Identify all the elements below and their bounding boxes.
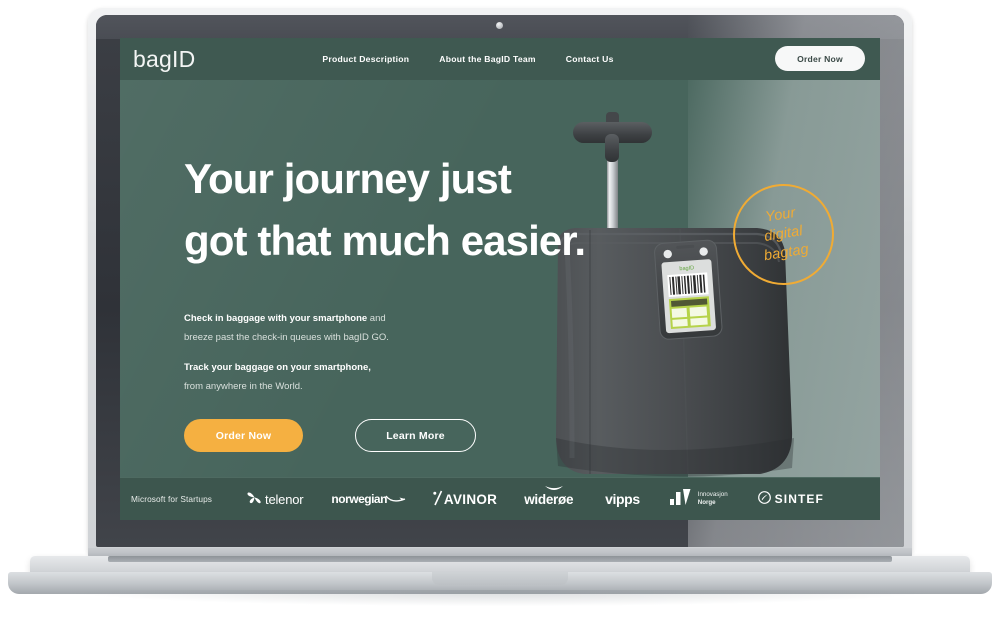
partner-logo-telenor[interactable]: telenor <box>246 489 304 509</box>
partner-logo-avinor[interactable]: AVINOR <box>433 490 497 509</box>
main-nav: Product Description About the BagID Team… <box>322 54 613 64</box>
scene: bagID bagID Product Description About th… <box>0 0 1000 634</box>
laptop-drop-shadow <box>70 590 930 606</box>
webcam-icon <box>496 22 503 29</box>
nav-item-about-team[interactable]: About the BagID Team <box>439 54 536 64</box>
paragraph-2-line-1: Track your baggage on your smartphone, <box>184 359 444 378</box>
paragraph-1-line-1: Check in baggage with your smartphone an… <box>184 310 444 329</box>
innovasjon-line-2: Norge <box>697 499 716 506</box>
avinor-wordmark: AVINOR <box>443 491 498 507</box>
innovasjon-line-1: Innovasjon <box>697 491 728 499</box>
paragraph-1-line-2: breeze past the check-in queues with bag… <box>184 331 389 343</box>
svg-text:bagID: bagID <box>679 265 694 272</box>
header-order-now-button[interactable]: Order Now <box>775 46 865 71</box>
partner-logo-innovasjon-norge[interactable]: Innovasjon Norge <box>669 488 728 511</box>
wideroe-bird-icon <box>544 481 564 496</box>
site-header: bagID Product Description About the BagI… <box>120 38 880 80</box>
sintef-circle-icon <box>757 491 771 507</box>
headline-line-2: got that much easier. <box>184 216 586 264</box>
norwegian-swoosh-icon <box>385 492 407 507</box>
hero-headline: Your journey just got that much easier. <box>184 148 654 271</box>
hero-cta-group: Order Now Learn More <box>184 419 476 452</box>
order-now-button[interactable]: Order Now <box>184 419 303 452</box>
norwegian-wordmark: norwegian <box>331 492 387 506</box>
telenor-wordmark: telenor <box>265 491 304 507</box>
laptop-keyboard <box>108 556 892 562</box>
partner-logo-wideroe[interactable]: widerøe <box>524 485 573 507</box>
hero-body-copy: Check in baggage with your smartphone an… <box>184 310 444 396</box>
innovasjon-norge-mark-icon <box>669 488 694 511</box>
nav-item-contact-us[interactable]: Contact Us <box>566 54 614 64</box>
headline-line-1: Your journey just <box>184 155 512 202</box>
sintef-wordmark: SINTEF <box>774 492 824 506</box>
paragraph-1-strong: Check in baggage with your smartphone <box>184 313 368 324</box>
avinor-slash-icon <box>433 490 444 509</box>
partner-logo-microsoft-for-startups[interactable]: Microsoft for Startups <box>131 494 212 504</box>
learn-more-button[interactable]: Learn More <box>355 419 476 452</box>
telenor-propeller-icon <box>246 489 263 509</box>
laptop-trackpad-notch <box>432 572 568 585</box>
paragraph-2-line-2: from anywhere in the World. <box>184 380 303 392</box>
partner-logo-sintef[interactable]: SINTEF <box>757 491 824 507</box>
laptop-screen: bagID bagID Product Description About th… <box>120 38 880 520</box>
partner-logo-norwegian[interactable]: norwegian <box>331 492 407 507</box>
paragraph-2-strong: Track your baggage on your smartphone, <box>184 362 371 374</box>
brand-logo[interactable]: bagID <box>133 47 195 71</box>
partner-logo-strip: Microsoft for Startups telenor norwegian… <box>120 477 880 520</box>
vipps-wordmark: vipps <box>605 491 640 507</box>
nav-item-product-description[interactable]: Product Description <box>322 54 409 64</box>
partner-logo-vipps[interactable]: vipps <box>605 491 640 507</box>
innovasjon-norge-wordmark: Innovasjon Norge <box>698 491 728 507</box>
paragraph-1-rest: and <box>367 313 386 324</box>
